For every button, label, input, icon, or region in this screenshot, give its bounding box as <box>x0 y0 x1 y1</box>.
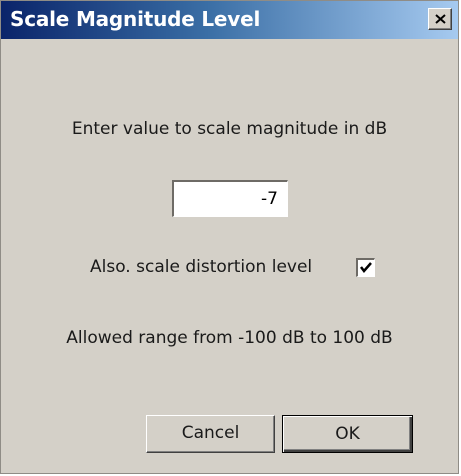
magnitude-input[interactable] <box>172 180 288 217</box>
close-button[interactable] <box>428 8 452 30</box>
prompt-label: Enter value to scale magnitude in dB <box>71 119 388 139</box>
checkmark-icon <box>360 262 372 273</box>
title-bar[interactable]: Scale Magnitude Level <box>1 1 458 39</box>
scale-distortion-checkbox[interactable] <box>356 258 375 277</box>
scale-distortion-label: Also. scale distortion level <box>90 257 313 277</box>
cancel-button[interactable]: Cancel <box>146 415 275 453</box>
dialog-window: Scale Magnitude Level Enter value to sca… <box>0 0 459 474</box>
ok-button[interactable]: OK <box>282 415 413 453</box>
dialog-title: Scale Magnitude Level <box>10 7 261 31</box>
range-label: Allowed range from -100 dB to 100 dB <box>66 328 393 348</box>
close-icon <box>435 14 446 24</box>
